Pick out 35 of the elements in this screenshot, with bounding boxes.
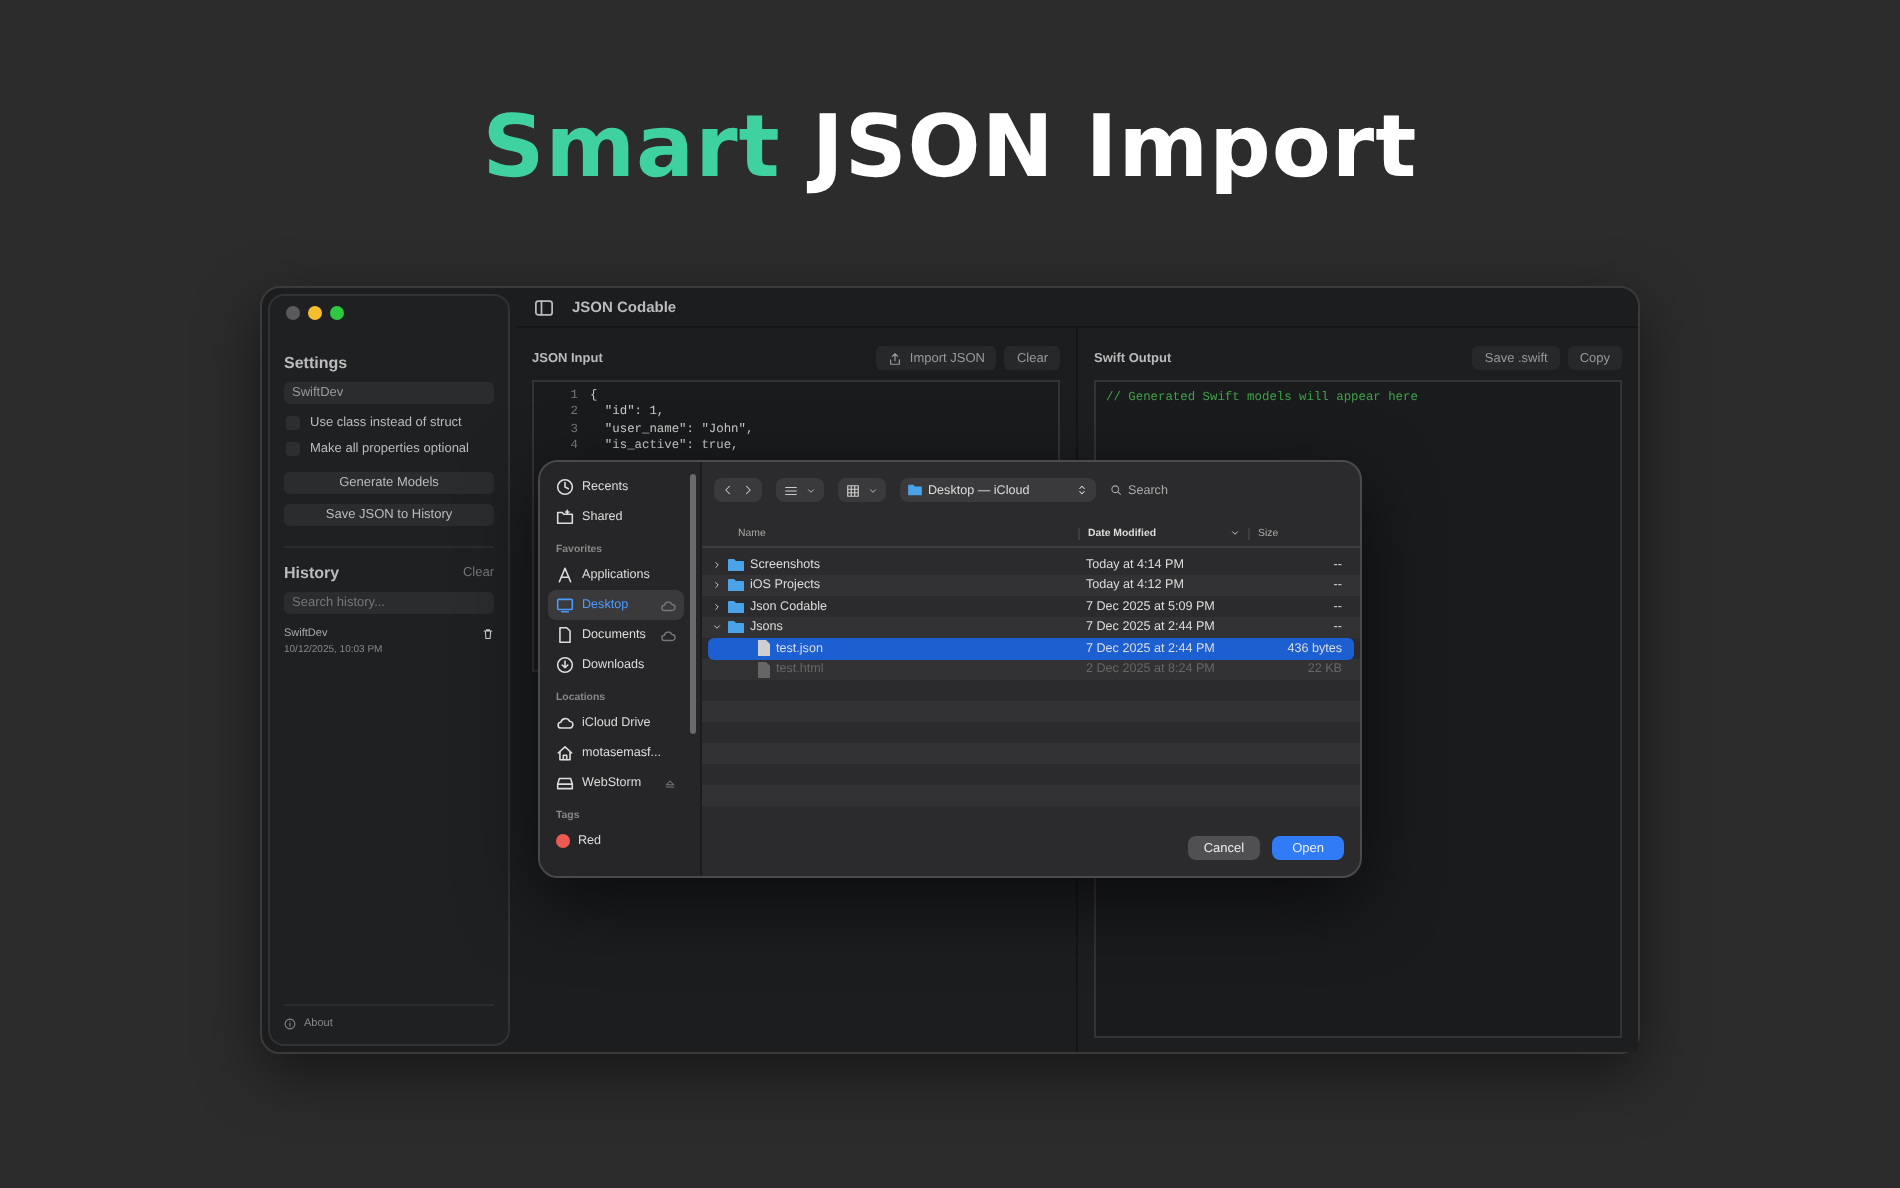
minimize-button[interactable] [308, 306, 322, 320]
applications-icon [556, 566, 574, 584]
monitor-icon [556, 596, 574, 614]
folder-icon [908, 484, 922, 496]
zoom-button[interactable] [330, 306, 344, 320]
info-icon [284, 1018, 296, 1030]
view-menu[interactable] [776, 478, 824, 502]
house-icon [556, 744, 574, 762]
document-icon [556, 626, 574, 644]
group-menu[interactable] [838, 478, 886, 502]
drive-icon [556, 774, 574, 792]
section-title: Settings [284, 354, 350, 372]
trash-icon [482, 628, 494, 640]
headline: JSON Import [811, 98, 1418, 198]
search-icon [1110, 484, 1122, 496]
eject-icon [664, 777, 676, 789]
back-icon [722, 484, 734, 496]
sidebar-toggle-icon [534, 297, 554, 317]
sort-icon [1230, 528, 1240, 538]
list-icon [784, 483, 798, 497]
chevron-icon [806, 485, 816, 495]
forward-icon [742, 484, 754, 496]
updown-icon [1076, 484, 1088, 496]
headline-accent: Smart [482, 98, 781, 198]
folder-icon [556, 508, 574, 526]
scrollbar[interactable] [690, 474, 696, 734]
cloud-icon [556, 714, 574, 732]
section-title: History [284, 564, 340, 582]
navigation-buttons[interactable] [714, 478, 762, 502]
grid-icon [846, 483, 860, 497]
close-button[interactable] [286, 306, 300, 320]
clock-icon [556, 478, 574, 496]
chevron-icon [868, 485, 878, 495]
import-icon [887, 351, 902, 365]
download-icon [556, 656, 574, 674]
